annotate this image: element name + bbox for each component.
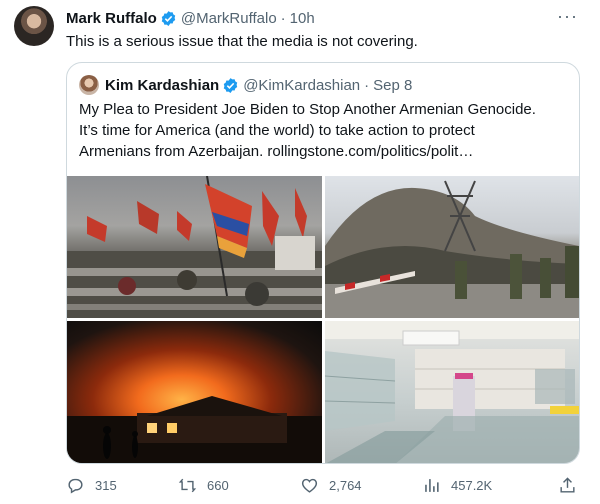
quote-author-handle: @KimKardashian [243,76,361,94]
views-count: 457.2K [451,478,493,493]
quote-verified-badge-icon [223,77,238,93]
quote-date: Sep 8 [373,76,413,94]
views-chart-icon [425,479,439,492]
media-photo-fire[interactable] [67,321,322,463]
action-bar: 315 660 2,764 457.2K [66,476,580,498]
quote-text-line: My Plea to President Joe Biden to Stop A… [79,101,536,118]
tweet-text: This is a serious issue that the media i… [66,33,418,50]
quote-header: Kim Kardashian @KimKardashian · Sep 8 [79,75,412,95]
reply-count: 315 [95,478,117,493]
tweet-timestamp[interactable]: 10h [290,10,315,27]
author-name[interactable]: Mark Ruffalo [66,10,157,27]
share-button[interactable] [558,476,587,495]
retweet-button[interactable]: 660 [178,476,229,495]
like-button[interactable]: 2,764 [300,476,362,495]
reply-icon [68,478,83,494]
author-handle[interactable]: @MarkRuffalo [181,10,277,27]
like-count: 2,764 [329,478,362,493]
media-grid [67,176,579,463]
share-icon [560,477,575,493]
media-photo-checkpoint[interactable] [325,176,579,318]
quote-text-line: Armenians from Azerbaijan. rollingstone.… [79,143,474,160]
verified-badge-icon [161,10,176,26]
retweet-icon [178,478,197,493]
media-photo-empty-store[interactable] [325,321,579,463]
quote-author-avatar [79,75,99,95]
quoted-tweet[interactable]: Kim Kardashian @KimKardashian · Sep 8 My… [66,62,580,464]
author-avatar[interactable] [14,6,54,46]
reply-button[interactable]: 315 [66,476,117,495]
views-button[interactable]: 457.2K [422,476,492,495]
header-separator: · [280,9,286,27]
quote-text-line: It’s time for America (and the world) to… [79,122,475,139]
quote-text: My Plea to President Joe Biden to Stop A… [79,99,569,162]
tweet-header: Mark Ruffalo @MarkRuffalo · 10h [66,8,586,28]
heart-icon [301,478,318,493]
retweet-count: 660 [207,478,229,493]
media-photo-cemetery[interactable] [67,176,322,318]
quote-author-name: Kim Kardashian [105,76,220,94]
quote-separator: · [364,76,370,94]
more-options-icon[interactable]: ··· [557,6,578,27]
